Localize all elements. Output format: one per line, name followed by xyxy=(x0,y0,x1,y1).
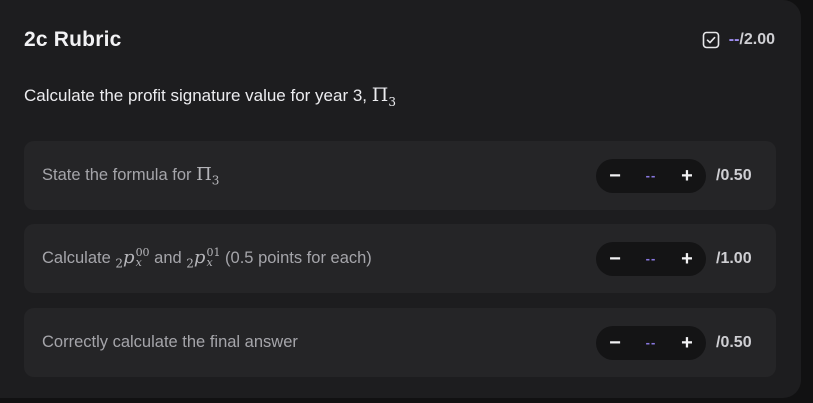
rubric-title: 2c Rubric xyxy=(24,28,122,51)
increment-button[interactable]: + xyxy=(678,333,696,353)
pi-symbol: Π xyxy=(196,163,212,185)
p-symbol: p xyxy=(123,246,135,268)
symbol-scripts: 00 x xyxy=(135,247,150,269)
item-label-text: Correctly calculate the final answer xyxy=(42,333,298,351)
item-symbol: Π3 xyxy=(196,163,220,188)
check-square-icon[interactable] xyxy=(702,31,720,49)
symbol-prefix: 2 xyxy=(186,256,194,271)
p-symbol: p xyxy=(193,246,206,268)
rubric-header: 2c Rubric --/2.00 xyxy=(24,24,775,56)
pi-symbol: Π xyxy=(371,84,389,106)
score-stepper[interactable]: − -- + xyxy=(596,241,706,276)
item-label-text: State the formula for xyxy=(42,165,192,184)
total-score-max: /2.00 xyxy=(739,31,775,48)
score-value[interactable]: -- xyxy=(646,251,657,266)
total-score-value: -- xyxy=(728,31,740,48)
question-label: Calculate the profit signature value for… xyxy=(24,86,368,105)
decrement-button[interactable]: − xyxy=(606,333,624,353)
score-controls: − -- + /1.00 xyxy=(596,241,758,276)
decrement-button[interactable]: − xyxy=(606,166,624,186)
symbol-scripts: 01 x xyxy=(206,247,220,269)
decrement-button[interactable]: − xyxy=(606,249,624,269)
increment-button[interactable]: + xyxy=(678,249,696,269)
rubric-item-label: Correctly calculate the final answer xyxy=(42,333,298,352)
item-label-text: Calculate xyxy=(42,248,111,267)
score-max: /1.00 xyxy=(716,249,752,267)
item-symbol: 2p 01 x xyxy=(186,246,220,271)
score-stepper[interactable]: − -- + xyxy=(596,158,706,193)
item-symbol: 2p 00 x xyxy=(115,246,150,271)
rubric-item-label: Calculate 2p 00 x and 2p 01 x (0.5 points fo… xyxy=(42,247,372,271)
item-label-text: and xyxy=(154,248,182,267)
symbol-subscript: x xyxy=(135,255,142,269)
question-symbol: Π3 xyxy=(371,84,396,109)
score-max: /0.50 xyxy=(716,166,752,184)
symbol-prefix: 2 xyxy=(115,256,124,271)
score-max: /0.50 xyxy=(716,333,752,351)
pi-subscript: 3 xyxy=(388,94,396,109)
symbol-subscript: x xyxy=(206,255,213,269)
score-value[interactable]: -- xyxy=(646,168,657,183)
rubric-item: Calculate 2p 00 x and 2p 01 x (0.5 points fo… xyxy=(24,224,776,293)
rubric-item: State the formula for Π3 − -- + /0.50 xyxy=(24,141,776,210)
increment-button[interactable]: + xyxy=(678,166,696,186)
rubric-panel: 2c Rubric --/2.00 Calculate the profit s… xyxy=(0,0,801,398)
score-controls: − -- + /0.50 xyxy=(596,158,758,193)
rubric-item: Correctly calculate the final answer − -… xyxy=(24,308,776,377)
item-label-text: (0.5 points for each) xyxy=(225,248,372,267)
score-value[interactable]: -- xyxy=(646,335,657,350)
score-stepper[interactable]: − -- + xyxy=(596,325,706,360)
total-score: --/2.00 xyxy=(702,31,775,49)
score-controls: − -- + /0.50 xyxy=(596,325,758,360)
rubric-item-label: State the formula for Π3 xyxy=(42,164,219,188)
question-text: Calculate the profit signature value for… xyxy=(24,84,396,109)
pi-subscript: 3 xyxy=(211,173,220,188)
